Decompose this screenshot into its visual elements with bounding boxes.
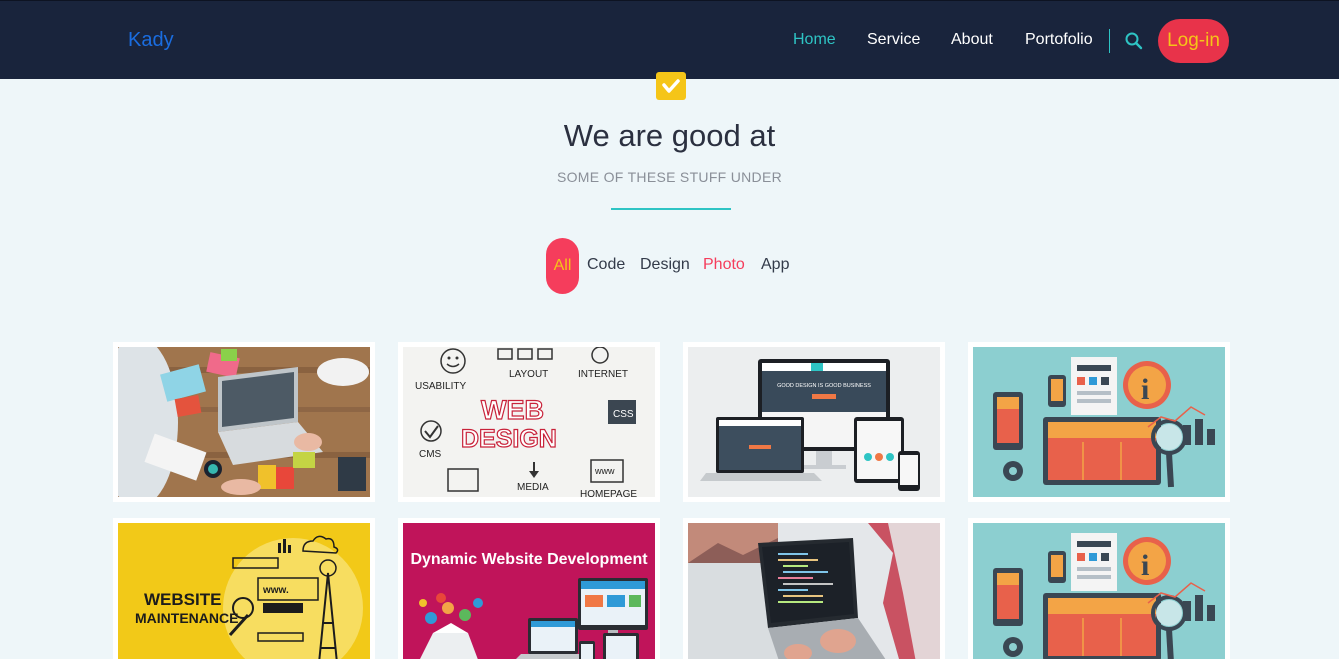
filter-design[interactable]: Design [640,256,690,274]
svg-text:i: i [1141,549,1149,582]
search-icon[interactable] [1124,31,1144,51]
cms-text: CMS [419,449,442,460]
section-title: We are good at [563,118,776,153]
design-text: DESIGN [461,425,557,453]
checkmark-icon [656,72,686,100]
nav-home[interactable]: Home [793,31,836,49]
dynamic-title: Dynamic Website Development [410,551,648,568]
responsive-devices-illustration: GOOD DESIGN IS GOOD BUSINESS [688,347,940,497]
analytics-illustration: i [973,347,1225,497]
workspace-photo [118,347,370,497]
www-text: www [594,466,615,476]
layout-text: LAYOUT [509,369,548,380]
responsive-headline: GOOD DESIGN IS GOOD BUSINESS [777,383,871,389]
portfolio-item-coding[interactable] [683,518,945,659]
coding-laptop-photo [688,523,940,659]
top-navbar: Kady Home Service About Portofolio Log-i… [0,0,1339,79]
portfolio-item-analytics-2[interactable]: i [968,518,1230,659]
portfolio-item-dynamic[interactable]: Dynamic Website Development [398,518,660,659]
usability-text: USABILITY [415,381,466,392]
portfolio-item-workspace[interactable] [113,342,375,502]
section-divider [611,208,731,210]
internet-text: INTERNET [578,369,628,380]
filter-code[interactable]: Code [587,256,625,274]
section-subtitle: SOME OF THESE STUFF UNDER [556,169,783,185]
nav-divider [1109,29,1110,53]
svg-text:i: i [1141,373,1149,406]
nav-portfolio[interactable]: Portofolio [1025,31,1093,49]
dynamic-website-illustration: Dynamic Website Development [403,523,655,659]
maintenance-line1: WEBSITE [144,590,221,609]
filter-all[interactable]: All [546,238,579,294]
login-button[interactable]: Log-in [1158,19,1229,63]
website-maintenance-illustration: WEBSITE MAINTENANCE www. [118,523,370,659]
nav-about[interactable]: About [951,31,993,49]
homepage-text: HOMEPAGE [580,489,637,497]
analytics-illustration: i [973,523,1225,659]
portfolio-item-responsive[interactable]: GOOD DESIGN IS GOOD BUSINESS [683,342,945,502]
css-text: CSS [613,409,634,420]
nav-service[interactable]: Service [867,31,920,49]
media-text: MEDIA [517,482,549,493]
filter-app[interactable]: App [761,256,789,274]
filter-photo[interactable]: Photo [703,256,745,274]
portfolio-item-maintenance[interactable]: WEBSITE MAINTENANCE www. [113,518,375,659]
maintenance-www: www. [262,585,289,596]
maintenance-line2: MAINTENANCE [135,610,238,626]
web-text: WEB [481,395,544,425]
brand-logo[interactable]: Kady [128,29,174,52]
portfolio-item-web-design[interactable]: USABILITY LAYOUT INTERNET WEB DESIGN CSS… [398,342,660,502]
portfolio-item-analytics[interactable]: i [968,342,1230,502]
web-design-illustration: USABILITY LAYOUT INTERNET WEB DESIGN CSS… [403,347,655,497]
